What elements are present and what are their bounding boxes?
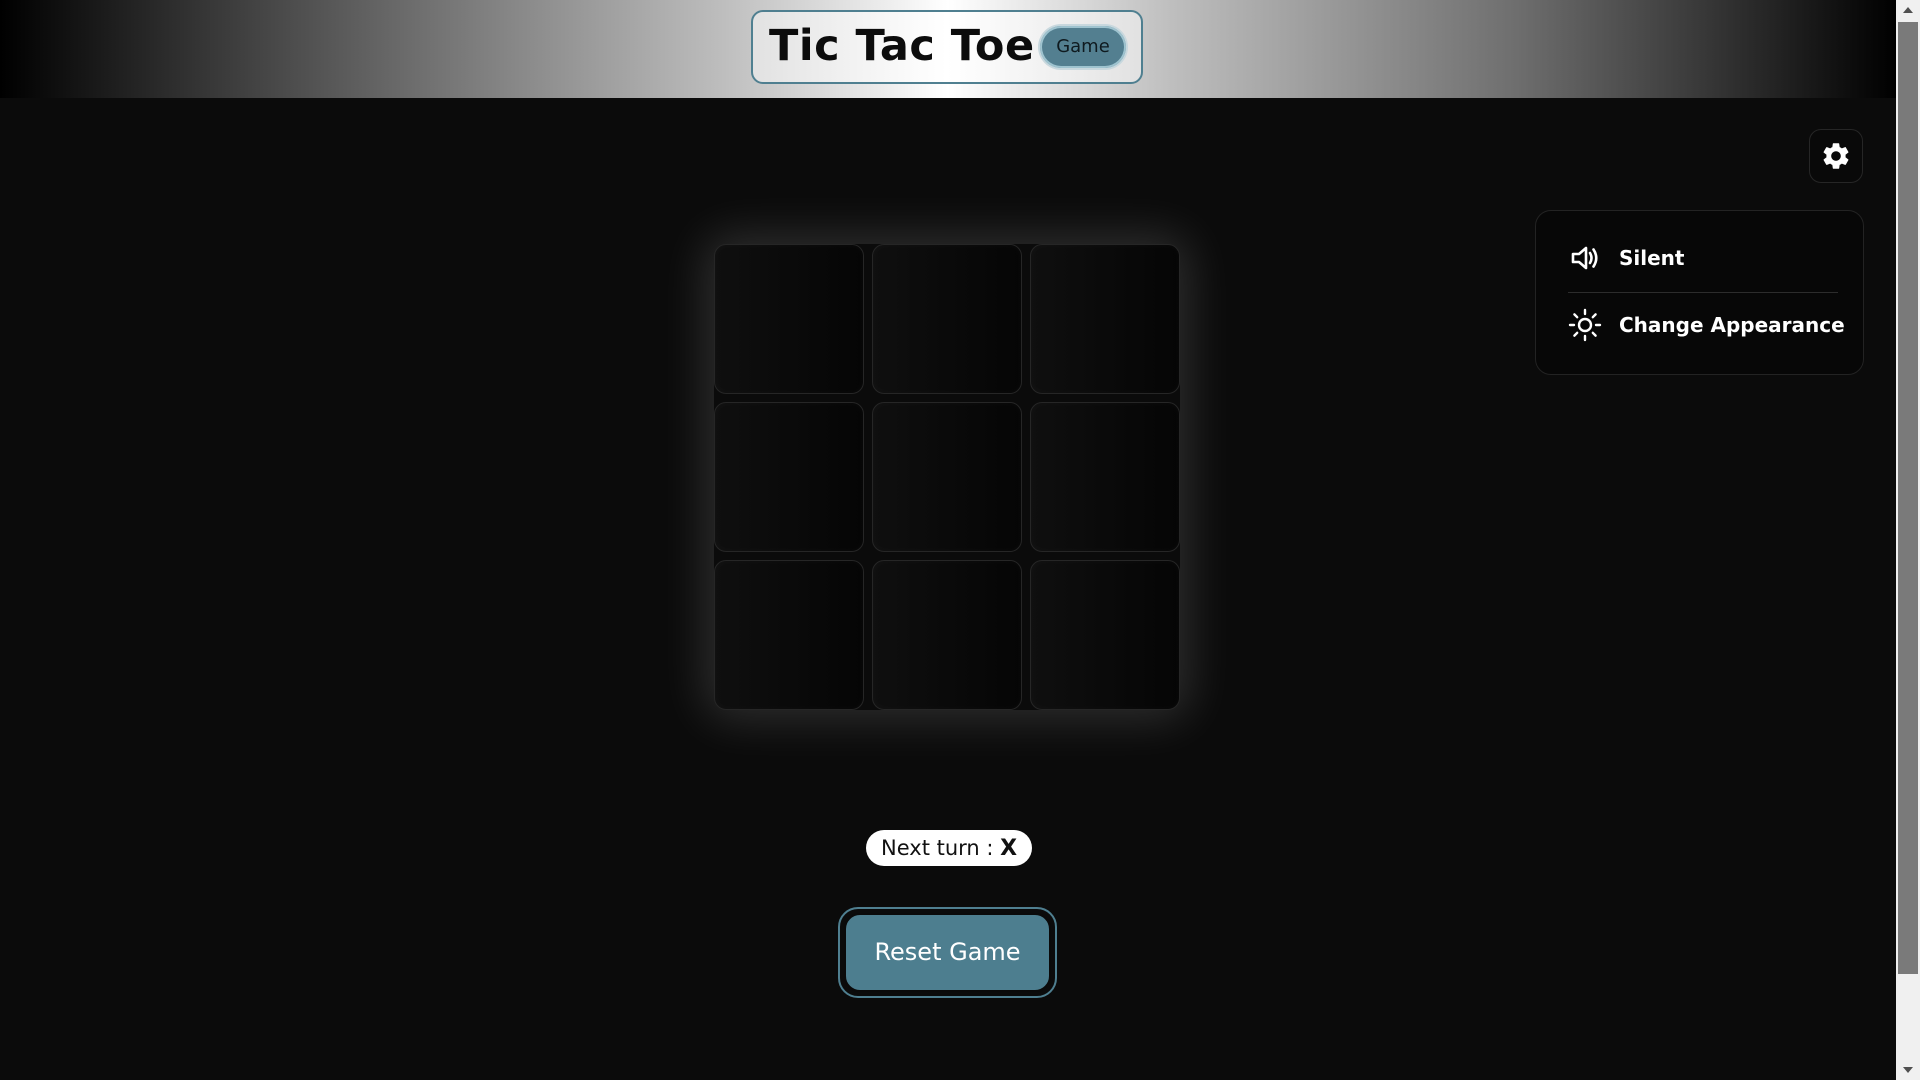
board-cell-5[interactable] (872, 402, 1022, 552)
board-cell-2[interactable] (872, 244, 1022, 394)
header: Tic Tac Toe Game (0, 0, 1896, 98)
chevron-down-icon (1903, 1067, 1913, 1073)
board-cell-4[interactable] (714, 402, 864, 552)
reset-game-label: Reset Game (844, 913, 1051, 992)
settings-menu: Silent Change Appearance (1535, 210, 1864, 375)
board-cell-1[interactable] (714, 244, 864, 394)
menu-item-silent[interactable]: Silent (1568, 232, 1838, 284)
settings-button[interactable] (1809, 129, 1863, 183)
menu-item-label: Silent (1619, 246, 1685, 270)
turn-status: Next turn : X (866, 830, 1033, 866)
scroll-down-arrow[interactable] (1896, 1060, 1920, 1080)
menu-item-label: Change Appearance (1619, 313, 1845, 337)
menu-divider (1568, 292, 1838, 293)
vertical-scrollbar[interactable] (1896, 0, 1920, 1080)
turn-label: Next turn : (881, 836, 1001, 860)
page-title: Tic Tac Toe (769, 21, 1035, 71)
menu-item-change-appearance[interactable]: Change Appearance (1568, 299, 1845, 351)
board-cell-9[interactable] (1030, 560, 1180, 710)
board-cell-7[interactable] (714, 560, 864, 710)
reset-game-button[interactable]: Reset Game (838, 907, 1057, 998)
board-cell-6[interactable] (1030, 402, 1180, 552)
board-cell-8[interactable] (872, 560, 1022, 710)
next-player: X (1000, 836, 1018, 861)
board-cell-3[interactable] (1030, 244, 1180, 394)
scrollbar-thumb[interactable] (1898, 22, 1918, 974)
scroll-up-arrow[interactable] (1896, 0, 1920, 20)
game-page: Tic Tac Toe Game Silent Change Appearanc… (0, 0, 1896, 1080)
speaker-icon (1568, 241, 1602, 275)
game-board (714, 244, 1180, 710)
game-badge: Game (1040, 26, 1126, 68)
sun-icon (1568, 308, 1602, 342)
gear-icon (1823, 143, 1849, 169)
title-box: Tic Tac Toe Game (751, 10, 1143, 84)
chevron-up-icon (1903, 7, 1913, 13)
viewport: Tic Tac Toe Game Silent Change Appearanc… (0, 0, 1920, 1080)
